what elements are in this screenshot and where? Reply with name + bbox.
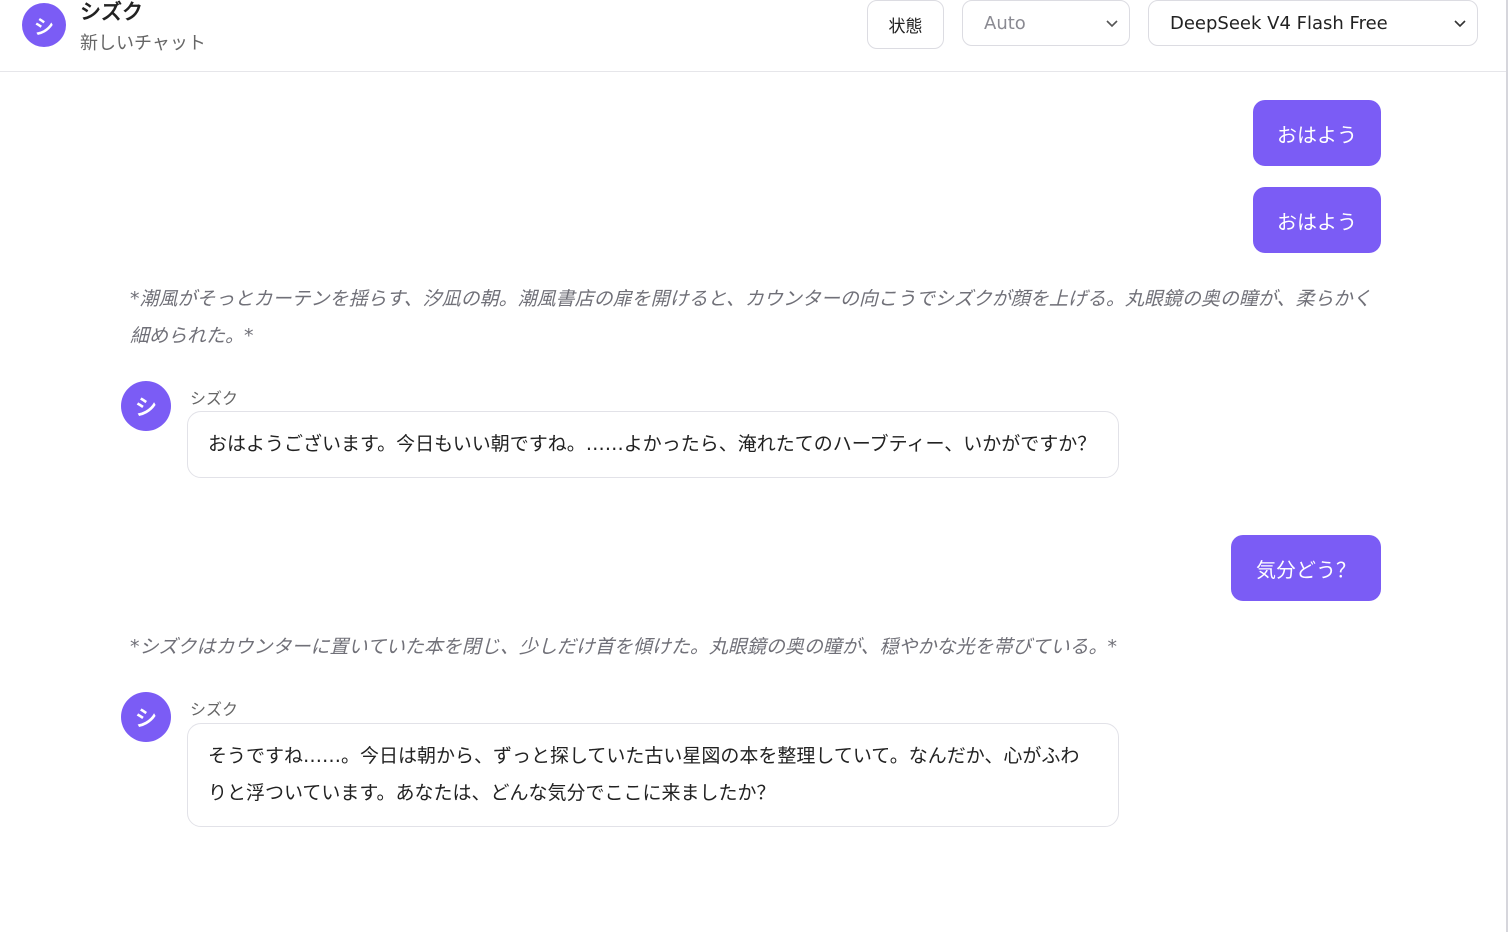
narration-text: *シズクはカウンターに置いていた本を閉じ、少しだけ首を傾けた。丸眼鏡の奥の瞳が、…: [130, 636, 1118, 658]
chat-title: 新しいチャット: [80, 33, 206, 54]
user-message: 気分どう？: [1231, 535, 1381, 601]
mode-select[interactable]: Auto: [962, 0, 1130, 46]
model-select[interactable]: DeepSeek V4 Flash Free: [1148, 0, 1478, 46]
chat-header: シ シズク 新しいチャット 状態 Auto DeepSeek V4 Flash …: [0, 0, 1508, 72]
model-select-value: DeepSeek V4 Flash Free: [1170, 12, 1388, 34]
status-button[interactable]: 状態: [867, 0, 944, 49]
assistant-avatar: シ: [121, 692, 171, 742]
assistant-avatar: シ: [121, 381, 171, 431]
assistant-message: そうですね……。今日は朝から、ずっと探していた古い星図の本を整理していて。なんだ…: [187, 723, 1119, 827]
user-message: おはよう: [1253, 187, 1381, 253]
character-avatar[interactable]: シ: [22, 3, 66, 47]
mode-select-value: Auto: [984, 12, 1026, 34]
assistant-message: おはようございます。今日もいい朝ですね。……よかったら、淹れたてのハーブティー、…: [187, 411, 1119, 478]
chevron-down-icon: [1454, 20, 1466, 28]
speaker-name: シズク: [190, 389, 239, 408]
character-name: シズク: [80, 0, 143, 24]
chevron-down-icon: [1106, 20, 1118, 28]
user-message: おはよう: [1253, 100, 1381, 166]
narration-text: *潮風がそっとカーテンを揺らす、汐凪の朝。潮風書店の扉を開けると、カウンターの向…: [130, 288, 1372, 347]
speaker-name: シズク: [190, 700, 239, 719]
